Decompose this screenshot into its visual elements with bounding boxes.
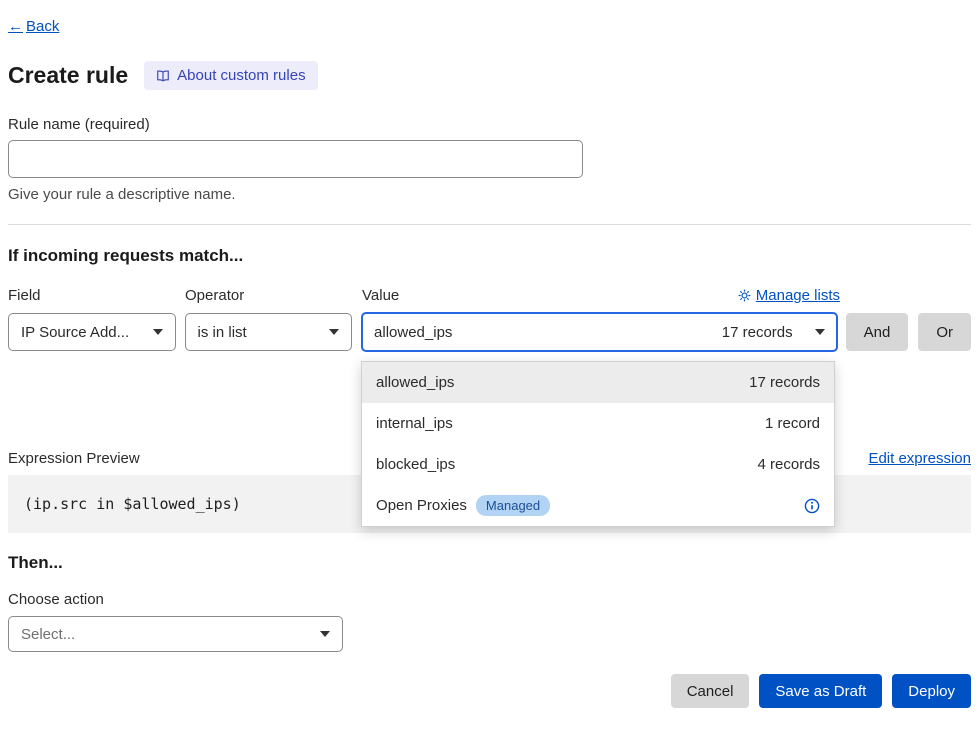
expression-preview-label: Expression Preview <box>8 450 140 467</box>
list-option-name: internal_ips <box>376 415 453 432</box>
value-selected-records: 17 records <box>722 324 793 341</box>
save-as-draft-button[interactable]: Save as Draft <box>759 674 882 708</box>
list-option-name: blocked_ips <box>376 456 455 473</box>
field-label: Field <box>8 287 176 304</box>
about-custom-rules-link[interactable]: About custom rules <box>144 61 317 90</box>
value-label: Value <box>362 287 399 304</box>
value-selected-value: allowed_ips <box>374 324 452 341</box>
operator-select[interactable]: is in list <box>185 313 353 351</box>
back-arrow-icon: ← <box>8 18 23 35</box>
list-option-name: Open Proxies <box>376 497 467 514</box>
manage-lists-link[interactable]: Manage lists <box>738 287 840 304</box>
value-dropdown-panel: allowed_ips 17 records internal_ips 1 re… <box>361 361 835 527</box>
about-badge-label: About custom rules <box>177 67 305 84</box>
list-option-records: 1 record <box>765 415 820 432</box>
cancel-button[interactable]: Cancel <box>671 674 750 708</box>
create-rule-page: ←Back Create rule About custom rules Rul… <box>0 0 979 708</box>
rule-name-label: Rule name (required) <box>8 116 971 133</box>
chevron-down-icon <box>815 329 825 335</box>
action-placeholder: Select... <box>21 626 75 643</box>
field-select[interactable]: IP Source Add... <box>8 313 176 351</box>
list-option-records: 17 records <box>749 374 820 391</box>
list-option-name: allowed_ips <box>376 374 454 391</box>
or-button[interactable]: Or <box>918 313 971 351</box>
chevron-down-icon <box>153 329 163 335</box>
rule-name-input[interactable] <box>8 140 583 178</box>
list-option-records: 4 records <box>758 456 821 473</box>
list-option-blocked-ips[interactable]: blocked_ips 4 records <box>362 444 834 485</box>
action-select[interactable]: Select... <box>8 616 343 652</box>
operator-label: Operator <box>185 287 353 304</box>
chevron-down-icon <box>329 329 339 335</box>
manage-lists-label: Manage lists <box>756 287 840 304</box>
match-section-heading: If incoming requests match... <box>8 246 971 266</box>
deploy-button[interactable]: Deploy <box>892 674 971 708</box>
back-label: Back <box>26 18 59 35</box>
operator-selected-value: is in list <box>198 324 247 341</box>
value-select[interactable]: allowed_ips 17 records <box>361 312 838 352</box>
field-selected-value: IP Source Add... <box>21 324 129 341</box>
edit-expression-link[interactable]: Edit expression <box>868 450 971 467</box>
list-option-internal-ips[interactable]: internal_ips 1 record <box>362 403 834 444</box>
rule-name-helper: Give your rule a descriptive name. <box>8 186 971 203</box>
info-icon[interactable] <box>804 498 820 514</box>
book-icon <box>156 69 170 83</box>
back-link[interactable]: ←Back <box>8 18 59 35</box>
list-option-open-proxies[interactable]: Open Proxies Managed <box>362 485 834 526</box>
choose-action-label: Choose action <box>8 591 971 608</box>
expression-code: (ip.src in $allowed_ips) <box>24 495 241 513</box>
managed-badge: Managed <box>476 495 550 516</box>
page-title: Create rule <box>8 62 128 89</box>
chevron-down-icon <box>320 631 330 637</box>
then-section-heading: Then... <box>8 553 971 573</box>
section-divider <box>8 224 971 225</box>
and-button[interactable]: And <box>846 313 909 351</box>
gear-icon <box>738 289 751 302</box>
list-option-allowed-ips[interactable]: allowed_ips 17 records <box>362 362 834 403</box>
